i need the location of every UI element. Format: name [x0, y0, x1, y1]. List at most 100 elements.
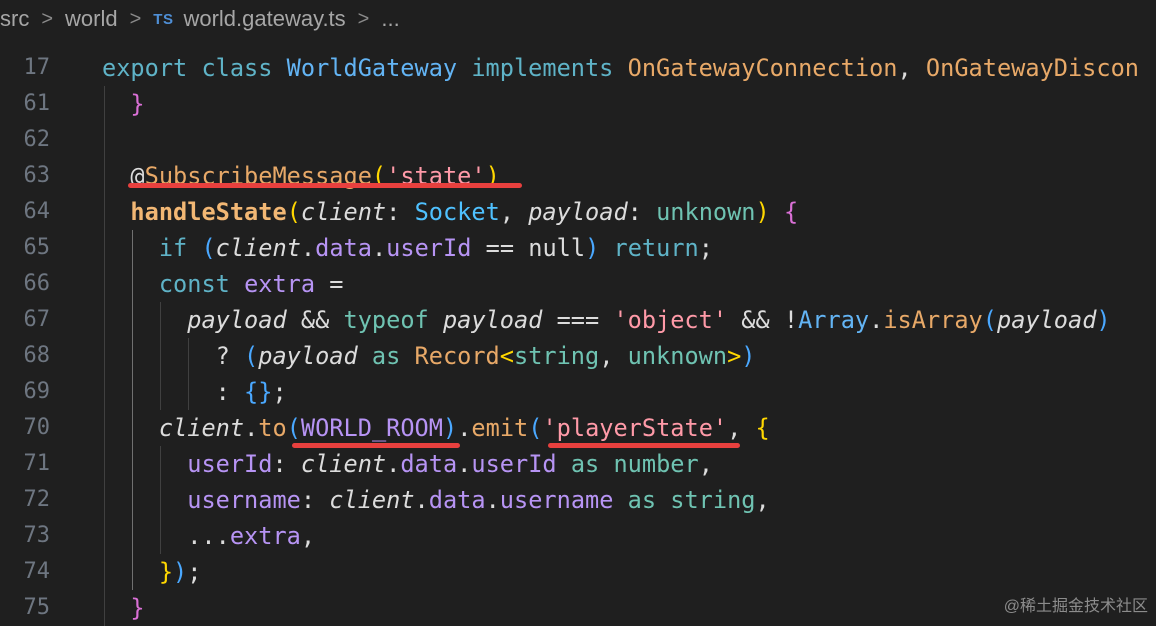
code-token: ===	[556, 306, 614, 334]
code-token: ,	[499, 198, 529, 226]
line-number: 62	[23, 127, 51, 152]
code-token: ,	[897, 54, 926, 82]
code-line[interactable]: 67 payload && typeof payload === 'object…	[0, 302, 1156, 338]
code-line[interactable]: 73 ...extra,	[0, 518, 1156, 554]
code-token: WORLD_ROOM	[300, 414, 443, 442]
chevron-right-icon: >	[41, 7, 54, 30]
code-token: {	[783, 198, 799, 226]
code-line[interactable]: 70 client.to(WORLD_ROOM).emit('playerSta…	[0, 410, 1156, 446]
typescript-file-icon: TS	[153, 10, 174, 28]
code-token: .	[414, 486, 429, 514]
code-line[interactable]: 62	[0, 122, 1156, 158]
code-token: (	[528, 414, 543, 442]
code-token: :	[300, 486, 330, 514]
code-line[interactable]: 68 ? (payload as Record<string, unknown>…	[0, 338, 1156, 374]
line-number: 66	[23, 271, 51, 296]
code-token: ,	[727, 414, 756, 442]
code-line[interactable]: 66 const extra =	[0, 266, 1156, 302]
code-token: ?	[102, 342, 245, 370]
code-editor[interactable]: 17 export class WorldGateway implements O…	[0, 50, 1156, 626]
annotation-underline	[548, 443, 740, 448]
code-token: )	[1096, 306, 1111, 334]
code-token: payload	[996, 306, 1097, 334]
breadcrumb-item-world[interactable]: world	[65, 6, 118, 32]
code-token: )	[755, 198, 770, 226]
code-token: {	[755, 414, 770, 442]
code-token: )	[741, 342, 756, 370]
code-line[interactable]: 72 username: client.data.username as str…	[0, 482, 1156, 518]
code-token: ,	[698, 450, 713, 478]
code-token: null	[528, 234, 586, 262]
code-text: export class WorldGateway implements OnG…	[102, 50, 1139, 86]
code-token: <	[499, 342, 514, 370]
code-token: payload	[187, 306, 301, 334]
code-line[interactable]: 61 }	[0, 86, 1156, 122]
code-line[interactable]: 71 userId: client.data.userId as number,	[0, 446, 1156, 482]
code-token: :	[627, 198, 657, 226]
code-token: 'playerState'	[542, 414, 728, 442]
line-number: 17	[23, 55, 51, 80]
line-number: 63	[23, 163, 51, 188]
line-number: 67	[23, 307, 51, 332]
breadcrumb-item-src[interactable]: src	[0, 6, 29, 32]
code-token: 'object'	[613, 306, 742, 334]
line-number: 72	[23, 487, 51, 512]
code-token: .	[457, 414, 472, 442]
line-number: 68	[23, 343, 51, 368]
code-token: payload	[258, 342, 372, 370]
code-token: const	[158, 270, 245, 298]
code-token: export	[102, 54, 202, 82]
code-line[interactable]: 63 @SubscribeMessage('state')	[0, 158, 1156, 194]
chevron-right-icon: >	[357, 7, 370, 30]
annotation-underline	[128, 183, 522, 188]
breadcrumb-item-file[interactable]: world.gateway.ts	[183, 6, 345, 32]
code-token: number	[613, 450, 699, 478]
code-token: as	[627, 486, 671, 514]
code-token: ==	[471, 234, 529, 262]
line-number: 61	[23, 91, 51, 116]
line-number: 73	[23, 523, 51, 548]
line-number: 69	[23, 379, 51, 404]
code-token: .	[869, 306, 884, 334]
code-text: username: client.data.username as string…	[102, 482, 770, 518]
code-token: username	[187, 486, 301, 514]
code-token: >	[727, 342, 742, 370]
code-token: (	[201, 234, 216, 262]
code-token: as	[371, 342, 415, 370]
code-token: client	[215, 234, 301, 262]
code-token: string	[670, 486, 756, 514]
code-line[interactable]: 74 });	[0, 554, 1156, 590]
code-token: (	[244, 342, 259, 370]
code-token: extra	[229, 522, 301, 550]
code-token: return	[613, 234, 699, 262]
code-text: ? (payload as Record<string, unknown>)	[102, 338, 756, 374]
code-line[interactable]: 75 }	[0, 590, 1156, 626]
code-token: }	[130, 90, 145, 118]
code-token: ,	[599, 342, 628, 370]
code-token: .	[386, 450, 401, 478]
code-text: }	[102, 590, 144, 626]
code-token: ...	[102, 522, 230, 550]
code-token: username	[499, 486, 628, 514]
code-token: =	[329, 270, 344, 298]
code-token: )	[442, 414, 458, 442]
code-token: payload	[442, 306, 557, 334]
code-line[interactable]: 65 if (client.data.userId == null) retur…	[0, 230, 1156, 266]
code-token: ,	[755, 486, 770, 514]
code-token: data	[315, 234, 372, 262]
code-text: @SubscribeMessage('state')	[102, 158, 499, 194]
code-token: Socket	[414, 198, 500, 226]
code-token: :	[102, 378, 245, 406]
code-line[interactable]: 69 : {};	[0, 374, 1156, 410]
code-line[interactable]: 17 export class WorldGateway implements O…	[0, 50, 1156, 86]
code-line[interactable]: 64 handleState(client: Socket, payload: …	[0, 194, 1156, 230]
code-text: userId: client.data.userId as number,	[102, 446, 713, 482]
breadcrumb-item-symbols[interactable]: ...	[381, 6, 399, 32]
code-text: });	[102, 554, 202, 590]
